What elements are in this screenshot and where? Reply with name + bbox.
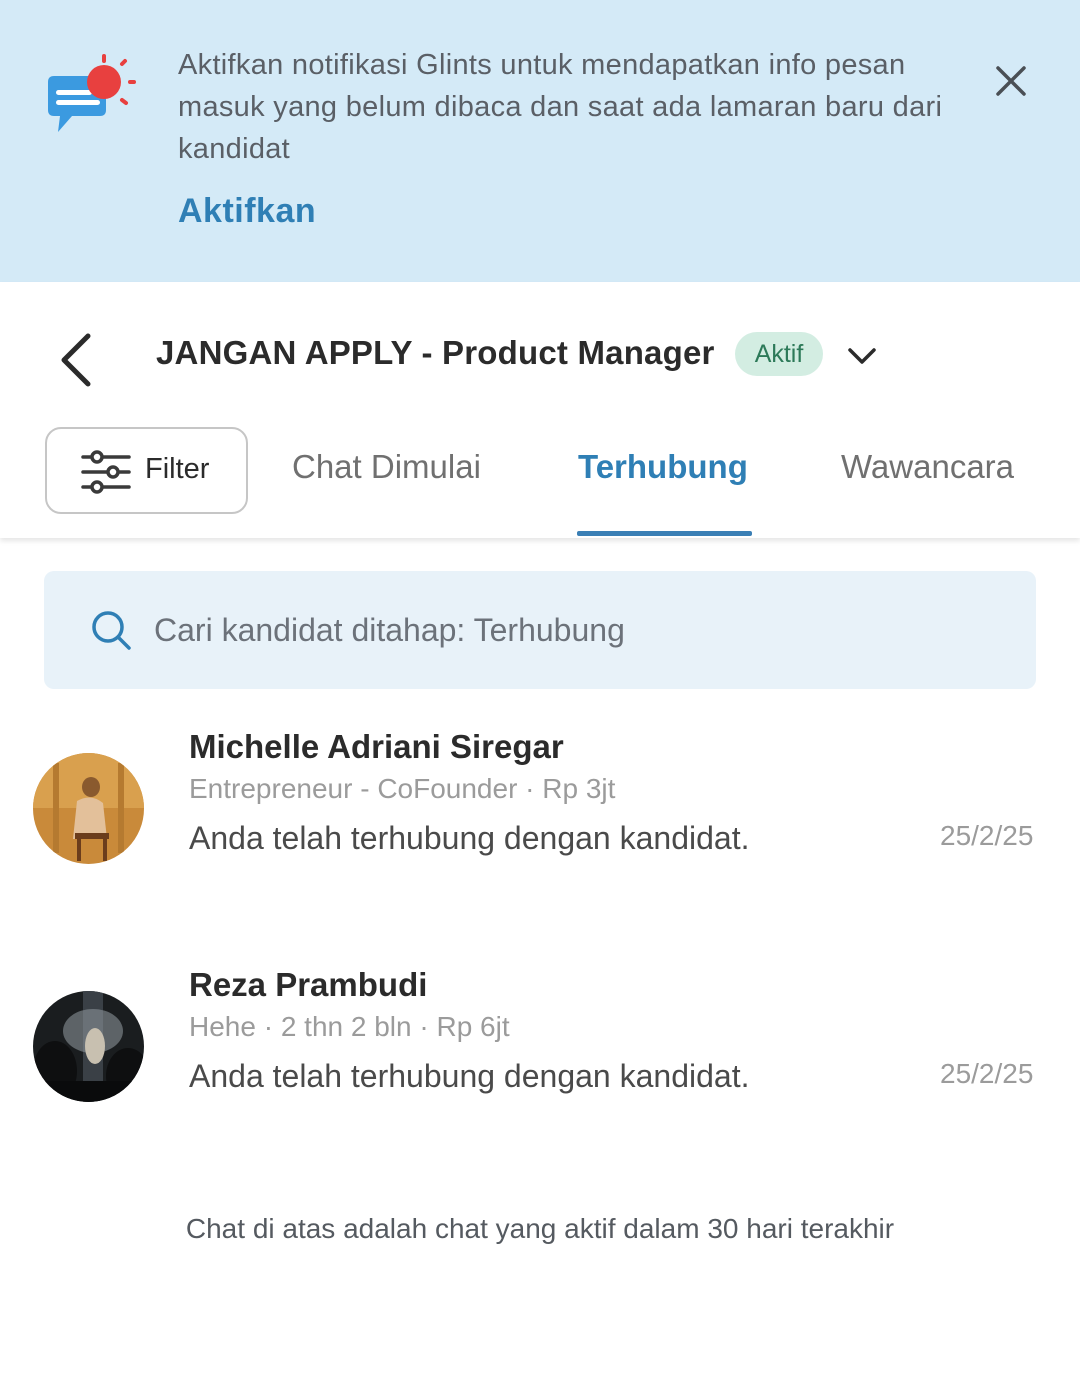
filter-button[interactable]: Filter: [45, 427, 248, 514]
filter-label: Filter: [145, 453, 210, 485]
sliders-icon: [81, 450, 131, 494]
close-icon[interactable]: [990, 60, 1032, 102]
candidate-name: Reza Prambudi: [189, 966, 428, 1003]
candidate-name: Michelle Adriani Siregar: [189, 728, 564, 765]
candidate-row[interactable]: Reza Prambudi Hehe · 2 thn 2 bln · Rp 6j…: [0, 958, 1080, 1128]
candidate-date: 25/2/25: [940, 1058, 1034, 1089]
notification-banner: Aktifkan notifikasi Glints untuk mendapa…: [0, 0, 1080, 282]
candidate-date: 25/2/25: [940, 820, 1034, 851]
tab-wawancara[interactable]: Wawancara: [841, 448, 1014, 486]
job-title: JANGAN APPLY - Product Manager: [156, 334, 715, 371]
chevron-down-icon[interactable]: [844, 338, 880, 374]
tab-terhubung[interactable]: Terhubung: [578, 448, 748, 486]
avatar: [33, 753, 144, 864]
chat-notification-icon: [48, 54, 136, 132]
candidate-meta: Entrepreneur - CoFounder · Rp 3jt: [189, 773, 616, 804]
enable-notifications-button[interactable]: Aktifkan: [178, 192, 316, 231]
avatar: [33, 991, 144, 1102]
candidate-row[interactable]: Michelle Adriani Siregar Entrepreneur - …: [0, 720, 1080, 890]
candidate-last-message: Anda telah terhubung dengan kandidat.: [189, 1058, 750, 1094]
chevron-left-icon[interactable]: [52, 330, 102, 390]
candidate-last-message: Anda telah terhubung dengan kandidat.: [189, 820, 750, 856]
banner-message: Aktifkan notifikasi Glints untuk mendapa…: [178, 49, 943, 165]
tab-chat-dimulai[interactable]: Chat Dimulai: [292, 448, 481, 486]
active-tab-indicator: [577, 531, 752, 536]
footer-note: Chat di atas adalah chat yang aktif dala…: [185, 1213, 895, 1244]
status-badge: Aktif: [735, 332, 823, 376]
search-box: [44, 571, 1036, 689]
search-icon: [92, 611, 131, 650]
search-input[interactable]: [154, 601, 994, 659]
candidate-meta: Hehe · 2 thn 2 bln · Rp 6jt: [189, 1011, 510, 1042]
job-header: JANGAN APPLY - Product Manager Aktif Fil…: [0, 282, 1080, 538]
